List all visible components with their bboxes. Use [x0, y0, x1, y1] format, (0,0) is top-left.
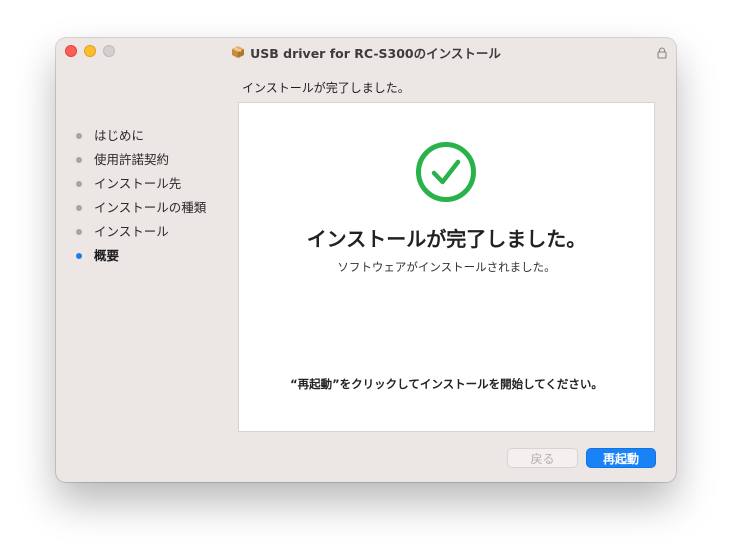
step-dot [76, 229, 82, 235]
step-dot [76, 133, 82, 139]
step-label: 概要 [94, 248, 120, 263]
step-license: 使用許諾契約 [76, 148, 206, 172]
restart-instruction: “再起動”をクリックしてインストールを開始してください。 [290, 377, 603, 391]
step-dot [76, 205, 82, 211]
installer-steps: はじめに 使用許諾契約 インストール先 インストールの種類 インストール 概要 [76, 124, 206, 268]
title-bar[interactable]: USB driver for RC-S300のインストール [56, 38, 676, 66]
step-label: はじめに [94, 128, 145, 143]
back-button[interactable]: 戻る [507, 448, 578, 468]
window-title-area: USB driver for RC-S300のインストール [56, 43, 676, 62]
lock-icon [657, 44, 667, 63]
step-installation: インストール [76, 220, 206, 244]
step-destination: インストール先 [76, 172, 206, 196]
completion-title: インストールが完了しました。 [306, 227, 587, 251]
step-label: インストールの種類 [94, 200, 207, 215]
checkmark-circle-icon [415, 141, 477, 207]
step-summary: 概要 [76, 244, 206, 268]
status-header: インストールが完了しました。 [242, 81, 410, 95]
step-label: インストール [94, 224, 169, 239]
completion-subtitle: ソフトウェアがインストールされました。 [337, 260, 556, 274]
installer-window: USB driver for RC-S300のインストール インストールが完了し… [56, 38, 676, 482]
step-dot [76, 157, 82, 163]
step-introduction: はじめに [76, 124, 206, 148]
step-label: インストール先 [94, 176, 182, 191]
step-label: 使用許諾契約 [94, 152, 170, 167]
step-dot-active [76, 253, 82, 259]
restart-button[interactable]: 再起動 [586, 448, 656, 468]
window-title: USB driver for RC-S300のインストール [250, 46, 501, 61]
content-panel: インストールが完了しました。 ソフトウェアがインストールされました。 “再起動”… [238, 102, 655, 432]
step-dot [76, 181, 82, 187]
step-install-type: インストールの種類 [76, 196, 206, 220]
package-icon [231, 45, 245, 62]
